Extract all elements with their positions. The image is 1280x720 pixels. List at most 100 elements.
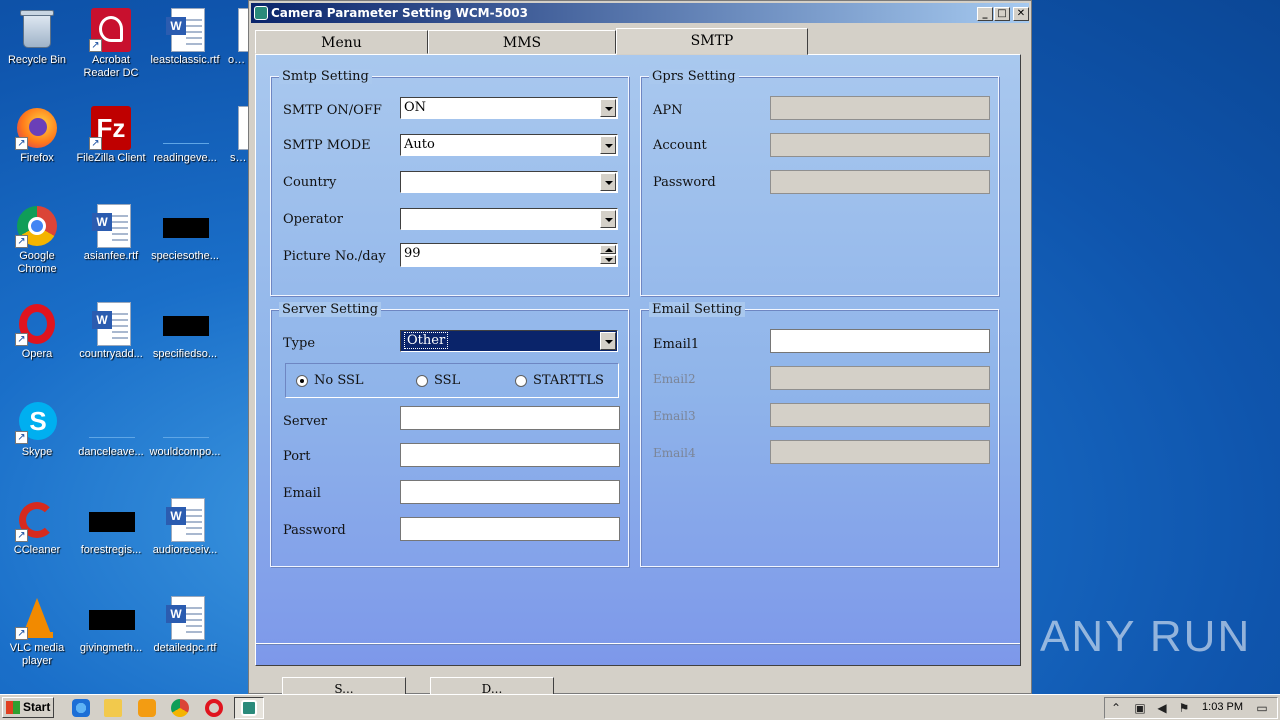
show-desktop-icon[interactable]: ▭ [1255, 702, 1269, 715]
desktop-icon-detailedpc[interactable]: W detailedpc.rtf [148, 590, 222, 680]
desktop-icon-recycle-bin[interactable]: Recycle Bin [0, 2, 74, 92]
tab-smtp[interactable]: SMTP [616, 28, 808, 55]
word-document-icon [222, 8, 272, 52]
show-hidden-icons-icon[interactable]: ⌃ [1109, 702, 1123, 715]
desktop-icon-vlc[interactable]: ↗ VLC media player [0, 590, 74, 680]
operator-select[interactable] [400, 208, 618, 230]
volume-icon[interactable]: ◀ [1155, 702, 1169, 715]
camera-parameter-window: Camera Parameter Setting WCM-5003 _ □ ✕ … [248, 0, 1032, 701]
group-title: Server Setting [279, 302, 382, 317]
folder-icon[interactable] [104, 699, 122, 717]
desktop-icon-firefox[interactable]: ↗ Firefox [0, 100, 74, 190]
desktop-icon-specifiedso[interactable]: specifiedso... [148, 296, 222, 386]
desktop-icon-ove[interactable]: ove... [222, 2, 272, 92]
email1-label: Email1 [653, 337, 700, 352]
word-document-icon: W [163, 8, 207, 52]
port-field[interactable] [400, 443, 620, 467]
picture-per-day-stepper[interactable]: 99 [400, 243, 618, 267]
shortcut-arrow-icon: ↗ [15, 333, 28, 346]
close-button[interactable]: ✕ [1013, 7, 1029, 21]
radio-ssl[interactable]: SSL [416, 373, 460, 389]
flag-icon[interactable]: ⚑ [1177, 702, 1191, 715]
desktop-icon-acrobat[interactable]: ↗ Acrobat Reader DC [74, 2, 148, 92]
email1-field[interactable] [770, 329, 990, 353]
country-label: Country [283, 175, 337, 190]
spin-down-icon[interactable] [600, 255, 616, 264]
desktop-icon-chrome[interactable]: ↗ Google Chrome [0, 198, 74, 288]
spin-up-icon[interactable] [600, 245, 616, 254]
start-button[interactable]: Start [2, 697, 54, 718]
desktop-icon-skype[interactable]: S ↗ Skype [0, 394, 74, 484]
desktop-icon-sty[interactable]: sty... [222, 100, 272, 190]
desktop-icon-label: VLC media player [9, 642, 65, 667]
radio-starttls[interactable]: STARTTLS [515, 373, 604, 389]
desktop-icon-speciesothe[interactable]: speciesothe... [148, 198, 222, 288]
maximize-button[interactable]: □ [994, 7, 1010, 21]
desktop-icon-countryadd[interactable]: W countryadd... [74, 296, 148, 386]
chevron-down-icon[interactable] [600, 210, 616, 228]
desktop-icon-ccleaner[interactable]: ↗ CCleaner [0, 492, 74, 582]
desktop-icon-label: Skype [21, 446, 53, 458]
email2-field[interactable] [770, 366, 990, 390]
radio-no-ssl[interactable]: No SSL [296, 373, 364, 389]
desktop-icon-label: forestregis... [80, 544, 142, 556]
desktop-icon-readingeve[interactable]: readingeve... [148, 100, 222, 190]
minimize-button[interactable]: _ [977, 7, 993, 21]
server-field[interactable] [400, 406, 620, 430]
chevron-down-icon[interactable] [600, 173, 616, 191]
vlc-icon: ↗ [15, 596, 59, 640]
desktop-icon-asianfee[interactable]: W asianfee.rtf [74, 198, 148, 288]
desktop-icon-leastclassic[interactable]: W leastclassic.rtf [148, 2, 222, 92]
desktop-icon-label: CCleaner [13, 544, 61, 556]
apn-field[interactable] [770, 96, 990, 120]
desktop-icon-forestregis[interactable]: forestregis... [74, 492, 148, 582]
operator-label: Operator [283, 212, 343, 227]
server-password-label: Password [283, 523, 346, 538]
word-document-icon: W [89, 204, 133, 248]
smtp-mode-select[interactable]: Auto [400, 134, 618, 156]
chevron-down-icon[interactable] [600, 332, 616, 350]
email3-label: Email3 [653, 409, 696, 423]
blank-file-icon [163, 302, 209, 346]
desktop-icon-label: FileZilla Client [76, 152, 146, 164]
opera-taskbar-icon[interactable] [205, 699, 223, 717]
ccleaner-icon: ↗ [15, 498, 59, 542]
desktop-icon-label: speciesothe... [151, 250, 219, 262]
chevron-down-icon[interactable] [600, 136, 616, 154]
gprs-password-field[interactable] [770, 170, 990, 194]
desktop-icon-label: Acrobat Reader DC [83, 54, 139, 79]
server-type-select[interactable]: Other [400, 330, 618, 352]
smtp-panel: Smtp Setting SMTP ON/OFF ON SMTP MODE Au… [255, 54, 1021, 666]
camera-app-task[interactable] [234, 697, 264, 719]
desktop-icon-wouldcompo[interactable]: wouldcompo... [148, 394, 222, 484]
chrome-icon: ↗ [15, 204, 59, 248]
account-field[interactable] [770, 133, 990, 157]
desktop-icon-danceleave[interactable]: danceleave... [74, 394, 148, 484]
email-field[interactable] [400, 480, 620, 504]
chevron-down-icon[interactable] [600, 99, 616, 117]
email4-field[interactable] [770, 440, 990, 464]
clock[interactable]: 1:03 PM [1202, 701, 1243, 713]
media-player-icon[interactable] [138, 699, 156, 717]
desktop-icon-label: specifiedso... [152, 348, 218, 360]
server-password-field[interactable] [400, 517, 620, 541]
desktop-icon-audioreceiv[interactable]: W audioreceiv... [148, 492, 222, 582]
ie-icon[interactable] [72, 699, 90, 717]
server-label: Server [283, 414, 328, 429]
network-icon[interactable]: ▣ [1133, 702, 1147, 715]
smtp-on-off-select[interactable]: ON [400, 97, 618, 119]
title-bar[interactable]: Camera Parameter Setting WCM-5003 _ □ ✕ [251, 3, 1029, 23]
desktop-icon-givingmeth[interactable]: givingmeth... [74, 590, 148, 680]
desktop-icon-opera[interactable]: ↗ Opera [0, 296, 74, 386]
desktop-icon-label: Opera [21, 348, 53, 360]
tab-mms[interactable]: MMS [428, 30, 616, 54]
opera-icon: ↗ [15, 302, 59, 346]
shortcut-arrow-icon: ↗ [15, 137, 28, 150]
country-select[interactable] [400, 171, 618, 193]
tab-menu[interactable]: Menu [255, 30, 428, 54]
email3-field[interactable] [770, 403, 990, 427]
chrome-taskbar-icon[interactable] [171, 699, 189, 717]
apn-label: APN [653, 103, 683, 118]
desktop-icon-filezilla[interactable]: Fz ↗ FileZilla Client [74, 100, 148, 190]
shortcut-arrow-icon: ↗ [15, 235, 28, 248]
